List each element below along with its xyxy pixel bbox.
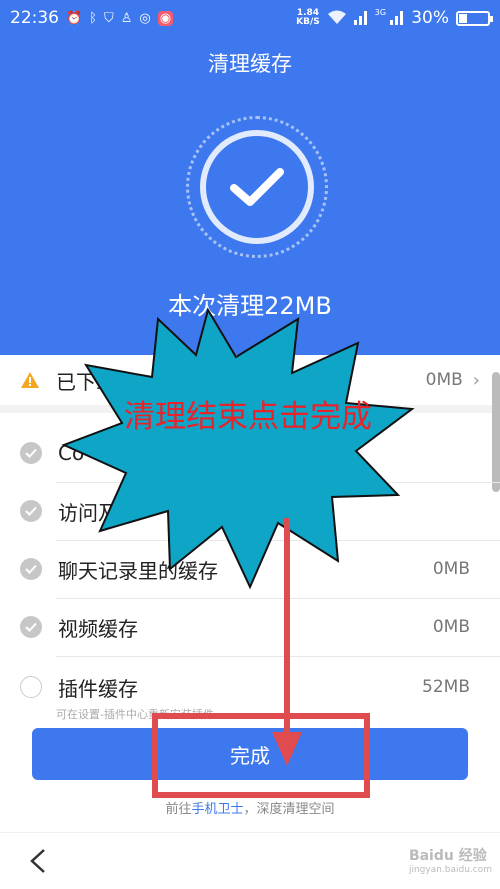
starburst-annotation — [61, 307, 415, 590]
checked-icon[interactable] — [20, 500, 42, 522]
qq-icon: ♙ — [120, 10, 133, 26]
app-notification-icon: ◉ — [157, 10, 174, 26]
item-size: 52MB — [422, 677, 470, 697]
status-bar: 22:36 ⏰ ᛒ ⛉ ♙ ◎ ◉ 1.84 KB/S 3G 30% — [0, 0, 500, 36]
status-right: 1.84 KB/S 3G 30% — [296, 8, 493, 28]
list-item[interactable]: 视频缓存 0MB — [0, 598, 500, 656]
back-icon[interactable] — [26, 847, 50, 875]
annotation-text: 清理结束点击完成 — [124, 399, 372, 435]
alarm-icon: ⏰ — [66, 10, 83, 26]
item-label: 插件缓存 — [58, 676, 138, 701]
phone-guard-link[interactable]: 手机卫士 — [191, 802, 243, 817]
battery-icon — [456, 10, 493, 26]
shield-icon: ⛉ — [104, 10, 114, 26]
highlight-box-annotation — [152, 713, 370, 798]
checked-icon[interactable] — [20, 558, 42, 580]
warning-icon — [21, 372, 39, 388]
net-speed: 1.84 KB/S — [296, 8, 320, 27]
battery-percent: 30% — [411, 8, 449, 28]
unchecked-icon[interactable] — [20, 676, 42, 698]
checked-icon[interactable] — [20, 616, 42, 638]
watermark: Baidu 经验 jingyan.baidu.com — [408, 848, 492, 875]
checkmark-icon — [230, 168, 284, 206]
downloaded-size: 0MB — [425, 370, 463, 390]
item-label: 视频缓存 — [58, 616, 138, 641]
status-left: 22:36 ⏰ ᛒ ⛉ ♙ ◎ ◉ — [10, 8, 174, 28]
footer-tip: 前往手机卫士，深度清理空间 — [165, 802, 335, 817]
wifi-icon — [327, 9, 347, 28]
chevron-right-icon: › — [472, 369, 480, 391]
wallet-icon: ◎ — [139, 10, 151, 26]
signal-icon — [353, 9, 368, 28]
bluetooth-icon: ᛒ — [89, 10, 97, 26]
screen: 22:36 ⏰ ᛒ ⛉ ♙ ◎ ◉ 1.84 KB/S 3G 30% 清理缓存 … — [0, 0, 500, 889]
page-title: 清理缓存 — [208, 52, 292, 76]
header: 22:36 ⏰ ᛒ ⛉ ♙ ◎ ◉ 1.84 KB/S 3G 30% 清理缓存 … — [0, 0, 500, 355]
item-size: 0MB — [432, 617, 470, 637]
clock: 22:36 — [10, 8, 59, 28]
checked-icon[interactable] — [20, 442, 42, 464]
item-size: 0MB — [432, 559, 470, 579]
signal-3g-icon: 3G — [375, 8, 404, 28]
